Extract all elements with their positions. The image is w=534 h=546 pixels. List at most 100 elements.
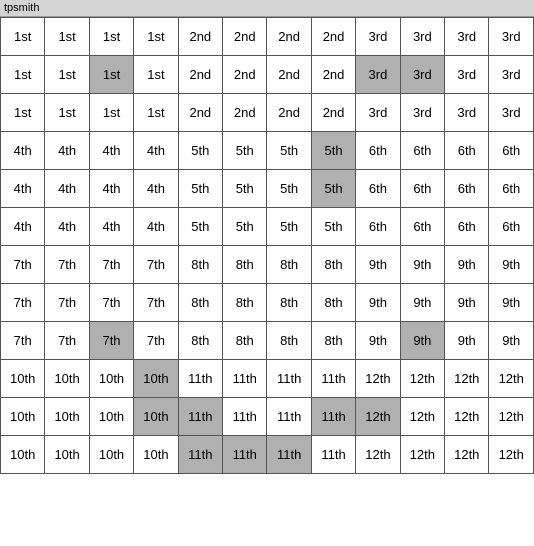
table-cell: 9th [356,284,400,322]
table-cell: 11th [178,360,222,398]
table-cell: 6th [356,170,400,208]
table-cell: 11th [311,398,355,436]
table-cell: 8th [178,322,222,360]
app-title: tpsmith [4,2,39,14]
table-cell: 1st [89,94,133,132]
table-cell: 11th [223,360,267,398]
table-cell: 1st [1,56,45,94]
table-cell: 10th [1,398,45,436]
table-cell: 9th [489,322,534,360]
table-cell: 10th [89,398,133,436]
table-cell: 12th [489,398,534,436]
table-row: 10th10th10th10th11th11th11th11th12th12th… [1,436,534,474]
table-cell: 2nd [311,56,355,94]
table-row: 10th10th10th10th11th11th11th11th12th12th… [1,398,534,436]
table-row: 1st1st1st1st2nd2nd2nd2nd3rd3rd3rd3rd [1,56,534,94]
table-cell: 3rd [445,18,489,56]
table-cell: 9th [400,246,444,284]
table-cell: 1st [45,94,89,132]
table-cell: 8th [178,284,222,322]
table-row: 7th7th7th7th8th8th8th8th9th9th9th9th [1,246,534,284]
table-cell: 12th [400,436,444,474]
table-cell: 6th [356,132,400,170]
table-cell: 11th [267,436,311,474]
table-cell: 1st [1,94,45,132]
table-cell: 7th [45,284,89,322]
table-cell: 10th [45,360,89,398]
table-cell: 3rd [400,18,444,56]
table-cell: 6th [445,170,489,208]
table-row: 4th4th4th4th5th5th5th5th6th6th6th6th [1,132,534,170]
table-cell: 8th [311,322,355,360]
table-cell: 4th [134,208,178,246]
table-cell: 11th [267,360,311,398]
table-cell: 12th [400,398,444,436]
table-cell: 5th [311,170,355,208]
table-cell: 5th [267,208,311,246]
table-cell: 4th [1,170,45,208]
table-cell: 7th [134,322,178,360]
table-cell: 1st [45,18,89,56]
table-cell: 8th [311,284,355,322]
table-cell: 2nd [178,94,222,132]
table-cell: 8th [267,284,311,322]
table-cell: 9th [445,284,489,322]
table-cell: 11th [178,398,222,436]
table-row: 7th7th7th7th8th8th8th8th9th9th9th9th [1,284,534,322]
table-cell: 2nd [223,18,267,56]
title-bar: tpsmith [0,0,534,17]
table-cell: 4th [89,208,133,246]
table-cell: 4th [45,170,89,208]
table-cell: 9th [356,246,400,284]
table-cell: 3rd [445,94,489,132]
table-cell: 4th [89,132,133,170]
table-cell: 3rd [489,56,534,94]
table-cell: 4th [1,132,45,170]
table-cell: 3rd [356,56,400,94]
table-cell: 2nd [311,94,355,132]
table-cell: 5th [267,170,311,208]
table-cell: 4th [45,208,89,246]
table-cell: 10th [134,360,178,398]
table-cell: 12th [445,360,489,398]
table-cell: 5th [267,132,311,170]
table-cell: 1st [89,18,133,56]
table-cell: 4th [45,132,89,170]
table-cell: 5th [223,208,267,246]
table-cell: 7th [1,322,45,360]
table-cell: 11th [311,360,355,398]
table-cell: 3rd [356,18,400,56]
table-cell: 7th [89,246,133,284]
table-cell: 3rd [489,18,534,56]
table-cell: 9th [489,246,534,284]
table-cell: 2nd [223,56,267,94]
table-cell: 2nd [267,56,311,94]
table-cell: 12th [489,436,534,474]
table-cell: 5th [223,132,267,170]
grid-table: 1st1st1st1st2nd2nd2nd2nd3rd3rd3rd3rd1st1… [0,17,534,474]
table-cell: 1st [45,56,89,94]
table-cell: 7th [1,284,45,322]
table-cell: 7th [89,284,133,322]
table-cell: 10th [89,436,133,474]
table-cell: 3rd [356,94,400,132]
table-cell: 6th [400,132,444,170]
table-cell: 1st [134,94,178,132]
table-cell: 10th [89,360,133,398]
table-cell: 5th [178,170,222,208]
table-cell: 10th [45,436,89,474]
table-row: 10th10th10th10th11th11th11th11th12th12th… [1,360,534,398]
table-cell: 11th [311,436,355,474]
table-cell: 5th [311,208,355,246]
table-cell: 9th [400,322,444,360]
table-cell: 11th [178,436,222,474]
table-cell: 4th [134,170,178,208]
table-cell: 1st [1,18,45,56]
table-cell: 9th [489,284,534,322]
table-cell: 11th [267,398,311,436]
table-cell: 8th [223,246,267,284]
table-cell: 12th [445,398,489,436]
table-cell: 5th [223,170,267,208]
table-row: 1st1st1st1st2nd2nd2nd2nd3rd3rd3rd3rd [1,94,534,132]
table-cell: 9th [400,284,444,322]
